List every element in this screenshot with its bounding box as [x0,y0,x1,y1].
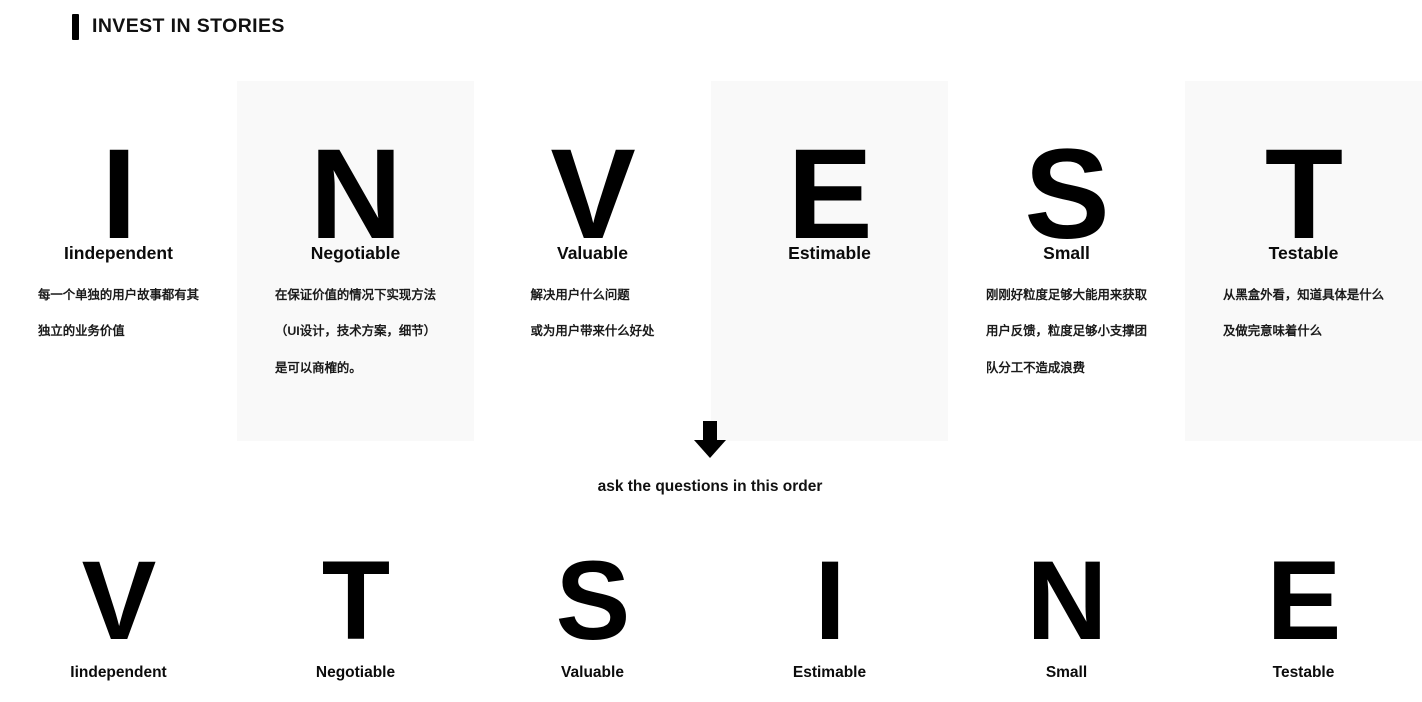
arrow-shaft [703,421,717,441]
description-line: 刚刚好粒度足够大能用来获取 [985,288,1148,302]
invest-card-strip: I Iindependent 每一个单独的用户故事都有其 独立的业务价值 N N… [0,81,1422,441]
order-cell-negotiable: T Negotiable [237,545,474,695]
description-line: 或为用户带来什么好处 [530,324,655,339]
description-line: 每一个单独的用户故事都有其 [37,288,200,302]
page-title: INVEST IN STORIES [72,14,285,40]
invest-card-letter: T [1264,123,1343,266]
order-cell-label: Valuable [561,664,624,681]
order-cell-letter: T [321,538,390,663]
order-cell-letter: N [1026,538,1108,663]
description-line: 及做完意味着什么 [1222,324,1323,339]
invest-card-negotiable: N Negotiable 在保证价值的情况下实现方法 （UI设计，技术方案，细节… [237,81,474,441]
invest-card-letter: S [1024,123,1109,266]
description-line: 解决用户什么问题 [530,288,630,302]
order-cell-valuable: S Valuable [474,545,711,695]
invest-card-label: Estimable [788,243,871,263]
invest-card-testable: T Testable 从黑盒外看，知道具体是什么 及做完意味着什么 [1185,81,1422,441]
order-cell-label: Testable [1272,664,1335,681]
description-line: 是可以商榷的。 [274,360,362,375]
description-line: 在保证价值的情况下实现方法 [274,288,437,302]
order-cell-estimable: I Estimable [711,545,948,695]
description-line: 从黑盒外看，知道具体是什么 [1222,288,1385,302]
invest-card-label: Iindependent [64,243,173,263]
flow-caption: ask the questions in this order [0,479,1422,495]
order-cell-small: N Small [948,545,1185,695]
invest-card-letter: I [101,123,137,266]
order-cell-label: Small [1045,664,1088,681]
invest-card-letter: E [787,123,872,266]
invest-card-estimable: E Estimable [711,81,948,441]
invest-card-description: 解决用户什么问题 或为用户带来什么好处 [474,289,711,338]
order-cell-letter: S [555,538,631,663]
question-order-row: V Iindependent T Negotiable S Valuable I… [0,545,1422,695]
order-cell-label: Iindependent [70,664,167,681]
invest-card-description: 每一个单独的用户故事都有其 独立的业务价值 [0,289,237,338]
invest-card-description: 从黑盒外看，知道具体是什么 及做完意味着什么 [1185,289,1422,338]
invest-card-label: Negotiable [310,243,401,263]
invest-card-valuable: V Valuable 解决用户什么问题 或为用户带来什么好处 [474,81,711,441]
invest-card-description: 刚刚好粒度足够大能用来获取 用户反馈，粒度足够小支撑团 队分工不造成浪费 [948,288,1185,375]
order-cell-label: Estimable [792,664,867,681]
description-line: 用户反馈，粒度足够小支撑团 [985,324,1148,339]
order-cell-independent: V Iindependent [0,545,237,695]
order-cell-testable: E Testable [1185,545,1422,695]
invest-card-description: 在保证价值的情况下实现方法 （UI设计，技术方案，细节） 是可以商榷的。 [237,288,474,375]
invest-card-letter: N [309,123,402,266]
invest-card-label: Testable [1268,243,1339,263]
description-line: （UI设计，技术方案，细节） [274,324,437,339]
arrow-down-icon [694,421,726,458]
invest-card-letter: V [550,123,635,266]
description-line: 独立的业务价值 [37,324,125,339]
order-cell-letter: I [814,538,845,663]
page-title-text: INVEST IN STORIES [92,15,285,38]
invest-card-label: Valuable [556,243,628,263]
order-cell-letter: V [81,538,157,663]
order-cell-letter: E [1266,538,1342,663]
flow-caption-text: ask the questions in this order [597,478,823,495]
invest-card-independent: I Iindependent 每一个单独的用户故事都有其 独立的业务价值 [0,81,237,441]
invest-card-label: Small [1043,243,1090,263]
description-line: 队分工不造成浪费 [985,360,1086,375]
order-cell-label: Negotiable [315,664,396,681]
arrow-head [694,440,726,458]
title-accent-bar [72,14,79,40]
invest-card-small: S Small 刚刚好粒度足够大能用来获取 用户反馈，粒度足够小支撑团 队分工不… [948,81,1185,441]
